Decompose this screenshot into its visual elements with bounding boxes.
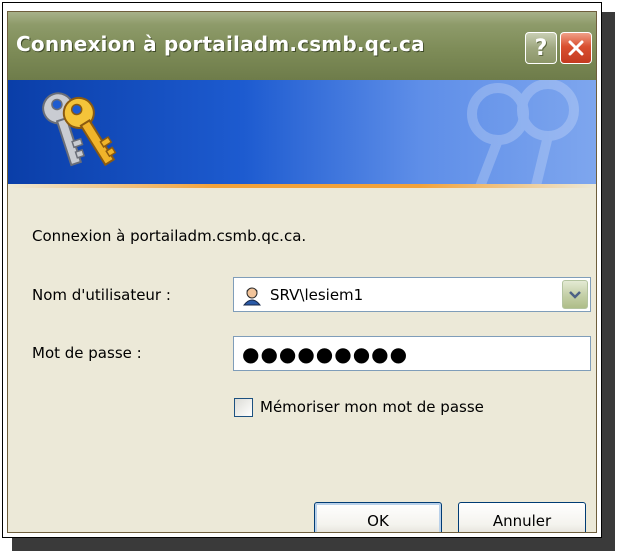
username-dropdown-button[interactable] — [562, 280, 588, 309]
close-button[interactable] — [560, 32, 592, 64]
title-bar[interactable]: Connexion à portailadm.csmb.qc.ca ? — [8, 12, 596, 80]
login-dialog: Connexion à portailadm.csmb.qc.ca ? Conn… — [7, 11, 597, 533]
banner-accent-stripe — [8, 184, 596, 188]
cancel-button[interactable]: Annuler — [458, 502, 586, 532]
help-button[interactable]: ? — [525, 32, 557, 64]
remember-password-checkbox[interactable] — [234, 398, 253, 417]
remember-password-label[interactable]: Mémoriser mon mot de passe — [260, 398, 484, 416]
user-icon — [242, 287, 262, 306]
connection-prompt: Connexion à portailadm.csmb.qc.ca. — [32, 227, 307, 245]
help-icon: ? — [534, 35, 548, 61]
ok-button[interactable]: OK — [314, 502, 442, 532]
window-title: Connexion à portailadm.csmb.qc.ca — [16, 32, 425, 56]
password-value: ●●●●●●●●● — [242, 342, 409, 366]
close-icon — [568, 40, 584, 56]
password-field[interactable]: ●●●●●●●●● — [233, 336, 591, 371]
keys-icon — [42, 92, 117, 167]
username-combobox[interactable]: SRV\lesiem1 — [233, 277, 591, 312]
keys-watermark-icon — [467, 80, 579, 184]
password-label: Mot de passe : — [32, 344, 142, 362]
dialog-banner — [8, 80, 596, 184]
username-label: Nom d'utilisateur : — [32, 286, 171, 304]
screenshot-frame: Connexion à portailadm.csmb.qc.ca ? Conn… — [2, 2, 602, 538]
chevron-down-icon — [569, 290, 581, 299]
username-value: SRV\lesiem1 — [270, 286, 364, 304]
